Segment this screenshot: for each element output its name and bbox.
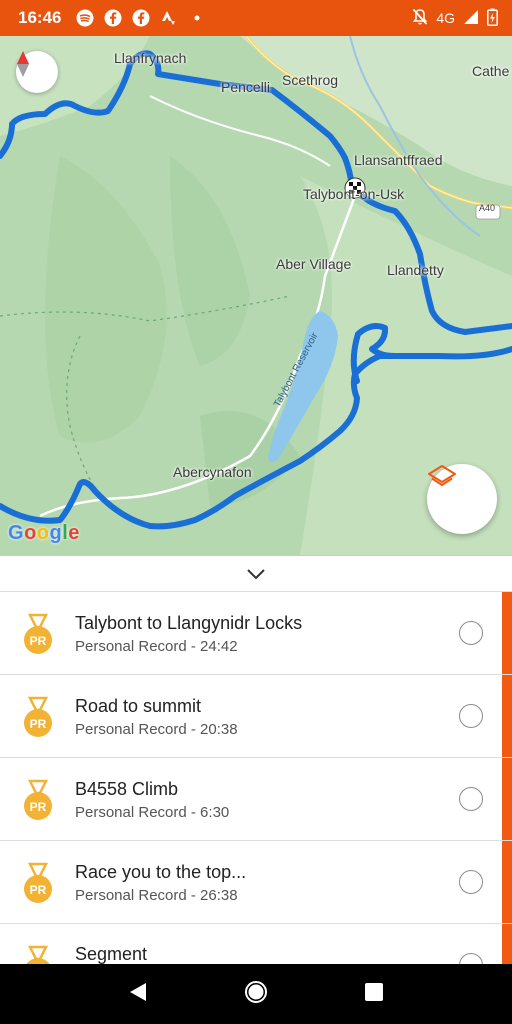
- segment-row[interactable]: PR Road to summit Personal Record - 20:3…: [0, 675, 512, 758]
- pr-badge-text: PR: [30, 634, 47, 648]
- segment-row[interactable]: PR Talybont to Llangynidr Locks Personal…: [0, 592, 512, 675]
- mute-icon: [412, 8, 428, 29]
- segment-subtitle: Personal Record - 26:38: [75, 887, 238, 904]
- pr-badge-text: PR: [30, 883, 47, 897]
- pr-badge-text: PR: [30, 800, 47, 814]
- map-label-abercynafon: Abercynafon: [173, 464, 252, 480]
- segment-radio[interactable]: [459, 787, 483, 811]
- pr-medal-icon: PR: [24, 779, 52, 820]
- segment-title: Race you to the top...: [75, 862, 247, 882]
- map-label-llandetty: Llandetty: [387, 262, 444, 278]
- map-label-pencelli: Pencelli: [221, 79, 271, 95]
- facebook-icon: [103, 8, 123, 28]
- segment-radio[interactable]: [459, 870, 483, 894]
- segment-title: Road to summit: [75, 696, 202, 716]
- compass-button[interactable]: [16, 51, 58, 93]
- map-label-scethrog: Scethrog: [282, 72, 339, 88]
- pr-medal-icon: PR: [24, 613, 52, 654]
- segment-subtitle: Personal Record - 6:30: [75, 804, 230, 821]
- segment-title: Segment: [75, 944, 148, 964]
- layers-icon: [428, 465, 456, 486]
- battery-icon: [487, 8, 498, 29]
- accent-bar: [502, 841, 512, 923]
- pr-medal-icon: PR: [24, 862, 52, 903]
- chevron-down-icon: [247, 568, 265, 579]
- segment-subtitle: Personal Record - 20:38: [75, 721, 238, 738]
- map-view[interactable]: Llanfrynach Pencelli Scethrog Cathe Llan…: [0, 36, 512, 555]
- network-type: 4G: [436, 10, 455, 26]
- segment-subtitle: Personal Record - 24:42: [75, 638, 238, 655]
- segment-radio[interactable]: [459, 621, 483, 645]
- map-label-talybont: Talybont-on-Usk: [303, 186, 405, 202]
- home-icon: [245, 980, 267, 1003]
- segment-row[interactable]: PR Race you to the top... Personal Recor…: [0, 841, 512, 924]
- system-nav-bar: [0, 964, 512, 1024]
- segment-radio[interactable]: [459, 953, 483, 964]
- home-button[interactable]: [244, 980, 268, 1009]
- back-icon: [130, 982, 146, 1001]
- spotify-icon: [75, 8, 95, 28]
- map-label-llansantffraed: Llansantffraed: [354, 152, 443, 168]
- compass-icon: [17, 51, 29, 77]
- pr-badge-text: PR: [30, 717, 47, 731]
- segment-row[interactable]: PR B4558 Climb Personal Record - 6:30: [0, 758, 512, 841]
- map-label-aber-village: Aber Village: [276, 256, 352, 272]
- segment-title: Talybont to Llangynidr Locks: [75, 613, 303, 633]
- signal-icon: [463, 9, 479, 28]
- collapse-panel-button[interactable]: [0, 555, 512, 592]
- segment-row[interactable]: Segment: [0, 924, 512, 964]
- accent-bar: [502, 924, 512, 964]
- segment-title: B4558 Climb: [75, 779, 179, 799]
- status-bar: 16:46 4G: [0, 0, 512, 36]
- dot-icon: [187, 8, 207, 28]
- strava-icon: [159, 8, 179, 28]
- status-time: 16:46: [18, 8, 62, 27]
- google-logo: Google: [8, 522, 80, 544]
- recents-button[interactable]: [364, 982, 384, 1007]
- accent-bar: [502, 592, 512, 674]
- map-layers-button[interactable]: [427, 464, 497, 534]
- map-label-llanfrynach: Llanfrynach: [114, 50, 187, 66]
- segment-radio[interactable]: [459, 704, 483, 728]
- medal-icon: [26, 945, 50, 964]
- back-button[interactable]: [128, 981, 148, 1008]
- pr-medal-icon: PR: [24, 696, 52, 737]
- map-label-cathe: Cathe: [472, 63, 510, 79]
- road-label-a40: A40: [479, 203, 496, 213]
- accent-bar: [502, 675, 512, 757]
- facebook-icon: [131, 8, 151, 28]
- recents-icon: [365, 982, 383, 1001]
- accent-bar: [502, 758, 512, 840]
- segment-list[interactable]: PR Talybont to Llangynidr Locks Personal…: [0, 592, 512, 964]
